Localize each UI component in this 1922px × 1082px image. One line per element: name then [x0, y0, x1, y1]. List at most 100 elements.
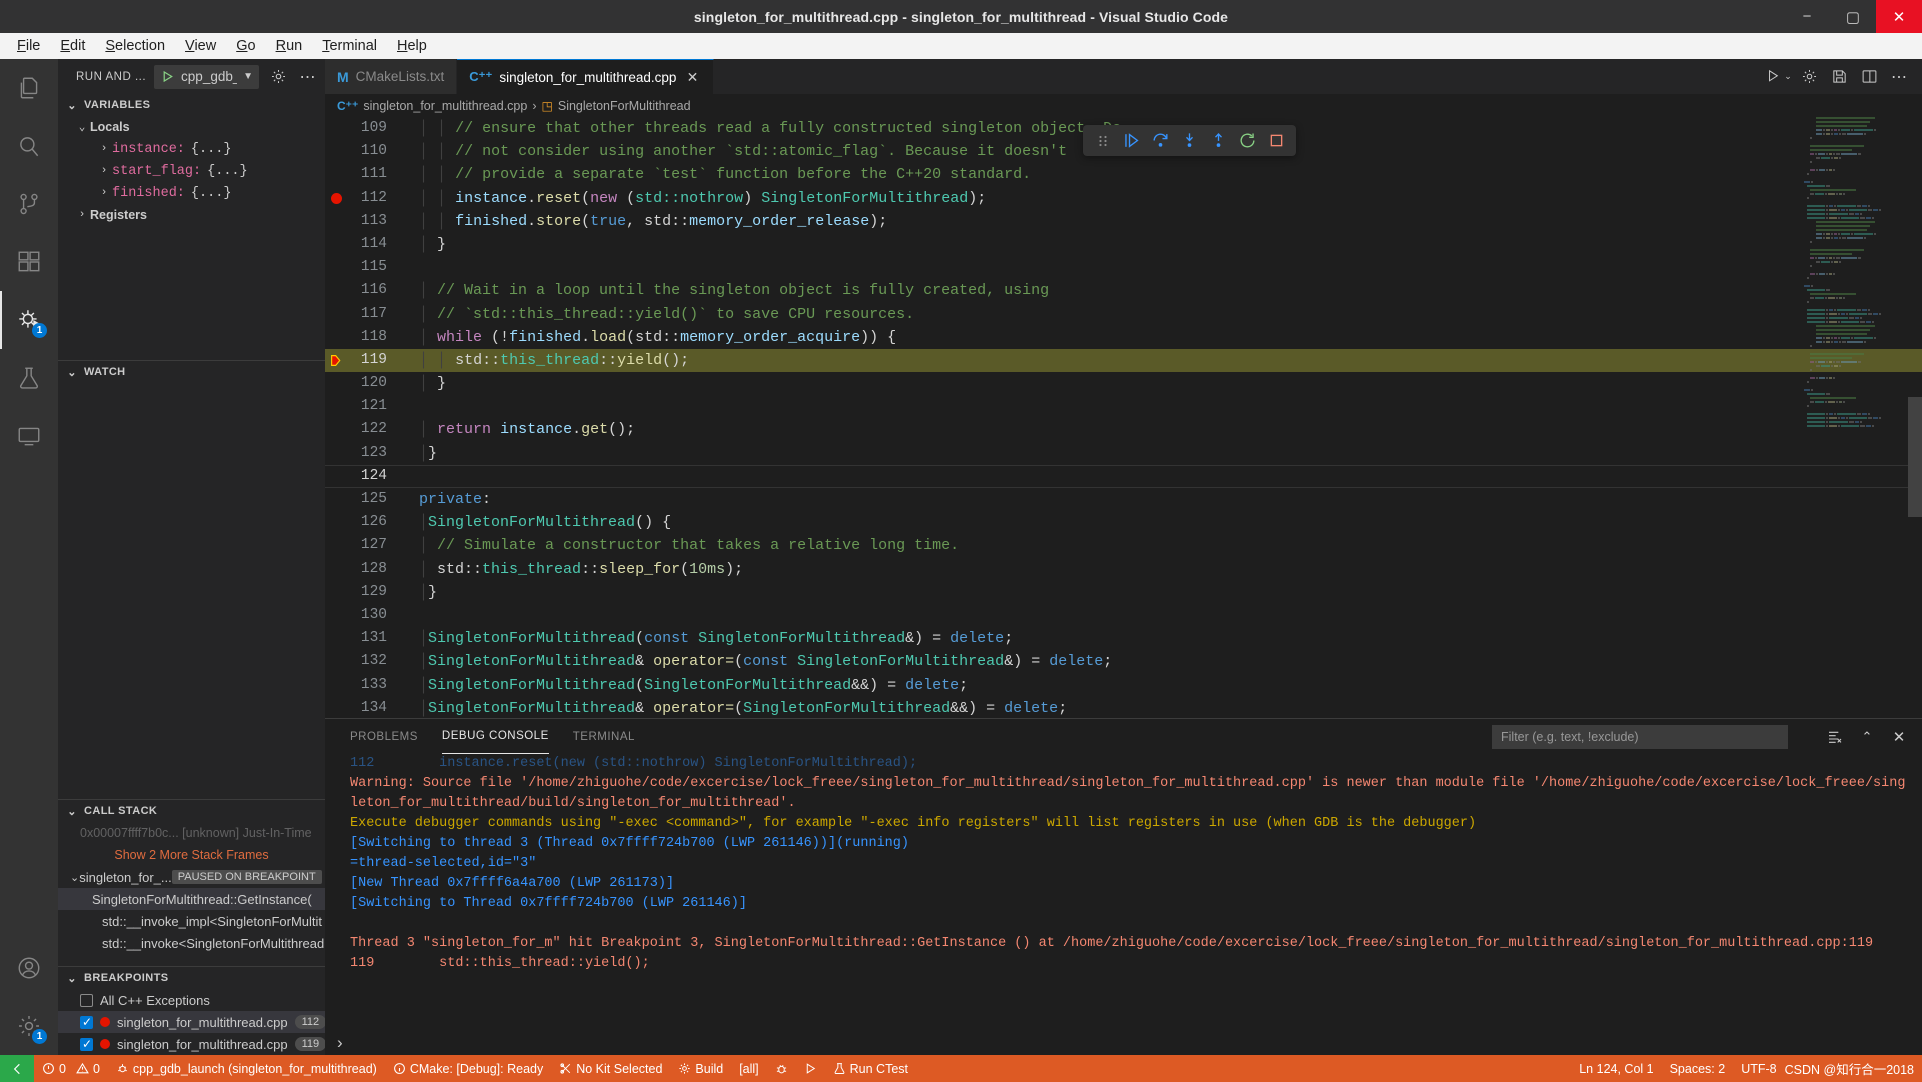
- tab-cmakelists[interactable]: M CMakeLists.txt: [325, 59, 458, 94]
- activity-item-accounts[interactable]: [0, 939, 58, 997]
- callstack-frame[interactable]: std::__invoke<SingletonForMultithread: [58, 932, 325, 954]
- settings-gear-icon[interactable]: [1796, 64, 1822, 90]
- code-line[interactable]: 113 │ │ finished.store(true, std::memory_…: [325, 210, 1922, 233]
- menu-item-go[interactable]: Go: [227, 35, 264, 57]
- panel-tab-debug-console[interactable]: DEBUG CONSOLE: [441, 719, 549, 754]
- code-line[interactable]: 128 │ std::this_thread::sleep_for(10ms);: [325, 558, 1922, 581]
- code-line[interactable]: 119 │ │ std::this_thread::yield();: [325, 348, 1922, 373]
- drag-handle-icon[interactable]: [1089, 127, 1116, 154]
- debug-status[interactable]: [767, 1055, 796, 1082]
- code-lines[interactable]: 109 │ │ // ensure that other threads read…: [325, 117, 1922, 718]
- variable-row[interactable]: › start_flag: {...}: [58, 160, 325, 182]
- step-over-icon[interactable]: [1147, 127, 1174, 154]
- code-line[interactable]: 117 │ // `std::this_thread::yield()` to s…: [325, 303, 1922, 326]
- show-more-stack-frames-link[interactable]: Show 2 More Stack Frames: [58, 844, 325, 866]
- section-variables-header[interactable]: ⌄ VARIABLES: [58, 94, 325, 116]
- launch-configuration-dropdown[interactable]: cpp_gdb_laur ▼: [154, 64, 259, 89]
- scope-locals[interactable]: ⌄ Locals: [58, 116, 325, 138]
- code-line[interactable]: 131 │SingletonForMultithread(const Single…: [325, 627, 1922, 650]
- chevron-down-icon[interactable]: ▼: [243, 71, 253, 82]
- step-out-icon[interactable]: [1205, 127, 1232, 154]
- tab-singleton-for-multithread-cpp[interactable]: C⁺⁺ singleton_for_multithread.cpp ✕: [457, 59, 715, 94]
- breakpoint-dot-icon[interactable]: [325, 192, 347, 204]
- chevron-up-icon[interactable]: ⌃: [1854, 724, 1880, 750]
- code-line[interactable]: 121: [325, 395, 1922, 418]
- code-line[interactable]: 118 │ while (!finished.load(std::memory_o…: [325, 326, 1922, 349]
- run-or-debug-icon[interactable]: ⌄: [1766, 64, 1792, 90]
- code-line[interactable]: 130: [325, 604, 1922, 627]
- code-line[interactable]: 127 │ // Simulate a constructor that take…: [325, 534, 1922, 557]
- menu-item-selection[interactable]: Selection: [96, 35, 174, 57]
- activity-item-search[interactable]: [0, 117, 58, 175]
- debug-toolbar[interactable]: [1083, 125, 1296, 156]
- breakpoint-enabled-checkbox[interactable]: [80, 1037, 93, 1051]
- variable-row[interactable]: › finished: {...}: [58, 182, 325, 204]
- start-debugging-icon[interactable]: [160, 69, 175, 84]
- breakpoint-row[interactable]: singleton_for_multithread.cpp 112: [58, 1011, 327, 1033]
- cmake-status[interactable]: CMake: [Debug]: Ready: [385, 1055, 551, 1082]
- debug-console-output[interactable]: 112 instance.reset(new (std::nothrow) Si…: [325, 754, 1922, 1030]
- code-line[interactable]: 114 │ }: [325, 233, 1922, 256]
- code-line[interactable]: 129 │}: [325, 581, 1922, 604]
- section-watch-header[interactable]: ⌄ WATCH: [58, 361, 325, 383]
- variable-row[interactable]: › instance: {...}: [58, 138, 325, 160]
- code-line[interactable]: 125 private:: [325, 488, 1922, 511]
- close-icon[interactable]: ✕: [683, 68, 701, 86]
- launch-config-status[interactable]: cpp_gdb_launch (singleton_for_multithrea…: [108, 1055, 385, 1082]
- step-into-icon[interactable]: [1176, 127, 1203, 154]
- maximize-button[interactable]: ▢: [1830, 0, 1876, 33]
- close-button[interactable]: ✕: [1876, 0, 1922, 33]
- code-line[interactable]: 126 │SingletonForMultithread() {: [325, 511, 1922, 534]
- encoding-status[interactable]: UTF-8: [1733, 1055, 1784, 1082]
- code-line[interactable]: 132 │SingletonForMultithread& operator=(c…: [325, 650, 1922, 673]
- more-actions-icon[interactable]: ⋯: [1886, 64, 1912, 90]
- code-line[interactable]: 120 │ }: [325, 372, 1922, 395]
- activity-item-settings[interactable]: 1: [0, 997, 58, 1055]
- code-line[interactable]: 112 │ │ instance.reset(new (std::nothrow)…: [325, 187, 1922, 210]
- code-line[interactable]: 116 │ // Wait in a loop until the singlet…: [325, 279, 1922, 302]
- debug-console-input[interactable]: ›: [325, 1030, 1922, 1055]
- target-status[interactable]: [all]: [731, 1055, 766, 1082]
- minimize-button[interactable]: −: [1784, 0, 1830, 33]
- panel-tab-problems[interactable]: PROBLEMS: [350, 719, 418, 754]
- kit-status[interactable]: No Kit Selected: [551, 1055, 670, 1082]
- stop-icon[interactable]: [1263, 127, 1290, 154]
- breadcrumb-file[interactable]: singleton_for_multithread.cpp: [363, 99, 527, 113]
- code-line[interactable]: 123 │}: [325, 442, 1922, 465]
- breakpoint-row-exceptions[interactable]: All C++ Exceptions: [58, 989, 325, 1011]
- code-line[interactable]: 111 │ │ // provide a separate `test` func…: [325, 163, 1922, 186]
- menu-item-file[interactable]: File: [8, 35, 49, 57]
- menu-item-terminal[interactable]: Terminal: [313, 35, 386, 57]
- menu-item-run[interactable]: Run: [267, 35, 312, 57]
- problems-status[interactable]: 00: [34, 1055, 108, 1082]
- code-line[interactable]: 122 │ return instance.get();: [325, 418, 1922, 441]
- menu-item-view[interactable]: View: [176, 35, 225, 57]
- activity-item-run-and-debug[interactable]: 1: [0, 291, 58, 349]
- code-line[interactable]: 133 │SingletonForMultithread(SingletonFor…: [325, 674, 1922, 697]
- activity-item-testing[interactable]: [0, 349, 58, 407]
- activity-item-remote-explorer[interactable]: [0, 407, 58, 465]
- continue-icon[interactable]: [1118, 127, 1145, 154]
- menu-item-edit[interactable]: Edit: [51, 35, 94, 57]
- code-line[interactable]: 124: [325, 464, 1922, 488]
- menu-item-help[interactable]: Help: [388, 35, 436, 57]
- exception-breakpoint-checkbox[interactable]: [80, 993, 93, 1007]
- panel-tab-terminal[interactable]: TERMINAL: [573, 719, 635, 754]
- activity-item-source-control[interactable]: [0, 175, 58, 233]
- code-line[interactable]: 134 │SingletonForMultithread& operator=(S…: [325, 697, 1922, 718]
- restart-icon[interactable]: [1234, 127, 1261, 154]
- callstack-frame[interactable]: std::__invoke_impl<SingletonForMultit: [58, 910, 325, 932]
- editor-viewport[interactable]: 109 │ │ // ensure that other threads read…: [325, 117, 1922, 718]
- activity-item-extensions[interactable]: [0, 233, 58, 291]
- save-all-icon[interactable]: [1826, 64, 1852, 90]
- open-launch-json-gear-icon[interactable]: [267, 66, 289, 88]
- callstack-thread-row[interactable]: ⌄ singleton_for_... PAUSED ON BREAKPOINT: [58, 866, 325, 888]
- callstack-frame-partial[interactable]: 0x00007ffff7b0c... [unknown] Just-In-Tim…: [58, 822, 325, 844]
- minimap[interactable]: [1804, 117, 1908, 718]
- breadcrumb-symbol[interactable]: SingletonForMultithread: [558, 99, 691, 113]
- callstack-frame[interactable]: SingletonForMultithread::GetInstance(: [58, 888, 325, 910]
- section-callstack-header[interactable]: ⌄ CALL STACK: [58, 800, 325, 822]
- console-filter-input[interactable]: Filter (e.g. text, !exclude): [1492, 724, 1788, 749]
- scope-registers[interactable]: › Registers: [58, 204, 325, 226]
- split-editor-icon[interactable]: [1856, 64, 1882, 90]
